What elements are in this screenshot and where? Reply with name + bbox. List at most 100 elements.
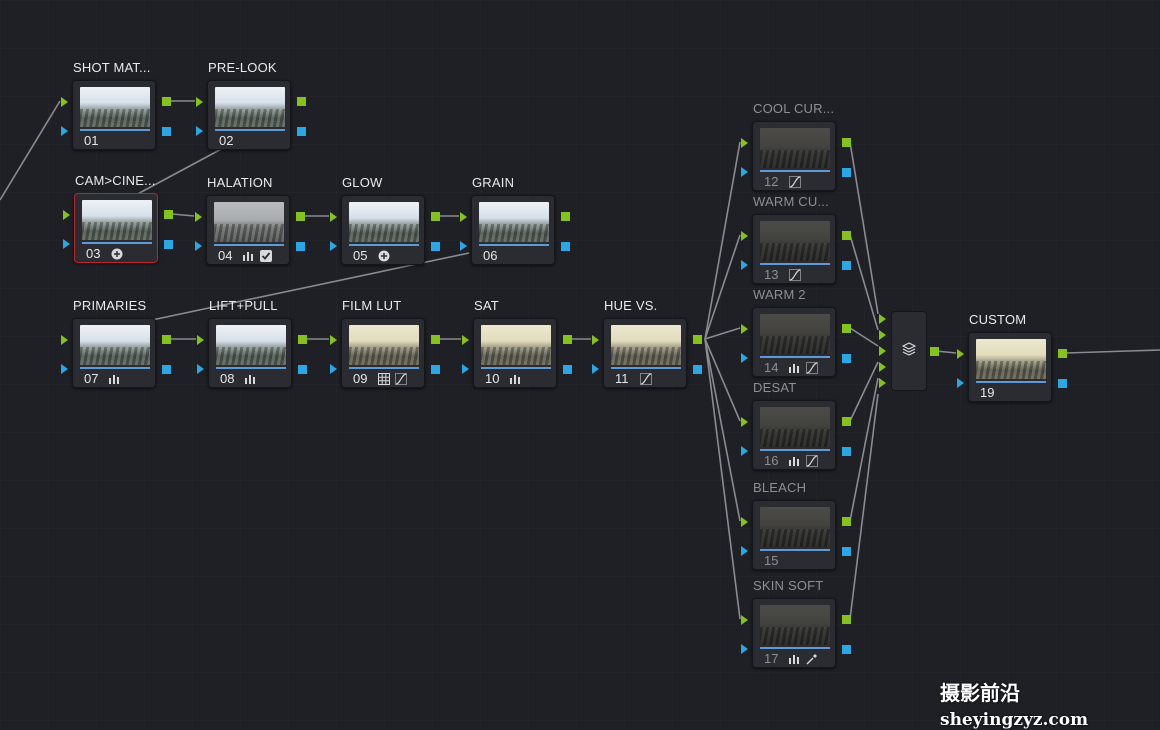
node-15[interactable]: BLEACH 15 [741, 480, 851, 570]
alpha-output-port[interactable] [842, 354, 851, 363]
rgb-output-port[interactable] [842, 324, 851, 333]
rgb-input-port[interactable] [195, 212, 202, 222]
rgb-output-port[interactable] [842, 231, 851, 240]
rgb-input-port[interactable] [196, 97, 203, 107]
rgb-input-port[interactable] [957, 349, 964, 359]
rgb-input-port[interactable] [741, 324, 748, 334]
alpha-input-port[interactable] [741, 644, 748, 654]
alpha-output-port[interactable] [164, 240, 173, 249]
node-19[interactable]: CUSTOM 19 [957, 312, 1067, 402]
alpha-output-port[interactable] [162, 365, 171, 374]
alpha-output-port[interactable] [431, 365, 440, 374]
node-13[interactable]: WARM CU... 13 [741, 194, 851, 284]
rgb-input-port[interactable] [462, 335, 469, 345]
node-02[interactable]: PRE-LOOK 02 [196, 60, 306, 150]
node-03[interactable]: CAM>CINE... 03 [63, 173, 173, 263]
alpha-output-port[interactable] [842, 261, 851, 270]
rgb-input-port[interactable] [592, 335, 599, 345]
rgb-input-port[interactable] [63, 210, 70, 220]
node-06[interactable]: GRAIN 06 [460, 175, 570, 265]
rgb-output-port[interactable] [431, 335, 440, 344]
alpha-output-port[interactable] [296, 242, 305, 251]
rgb-input-port[interactable] [460, 212, 467, 222]
rgb-output-port[interactable] [162, 335, 171, 344]
rgb-input-port[interactable] [741, 615, 748, 625]
node-tool-icons [377, 249, 390, 262]
rgb-input-port[interactable] [61, 335, 68, 345]
rgb-output-port[interactable] [162, 97, 171, 106]
alpha-input-port[interactable] [741, 446, 748, 456]
rgb-output-port[interactable] [561, 212, 570, 221]
rgb-output-port[interactable] [563, 335, 572, 344]
alpha-output-port[interactable] [842, 645, 851, 654]
node-17[interactable]: SKIN SOFT 17 [741, 578, 851, 668]
alpha-output-port[interactable] [297, 127, 306, 136]
alpha-input-port[interactable] [330, 241, 337, 251]
node-14[interactable]: WARM 2 14 [741, 287, 851, 377]
alpha-output-port[interactable] [1058, 379, 1067, 388]
rgb-input-port[interactable] [741, 231, 748, 241]
alpha-output-port[interactable] [561, 242, 570, 251]
rgb-output-port[interactable] [693, 335, 702, 344]
rgb-input-port[interactable] [61, 97, 68, 107]
layer-mixer-node[interactable] [879, 311, 939, 391]
node-10[interactable]: SAT 10 [462, 298, 572, 388]
rgb-output-port[interactable] [297, 97, 306, 106]
rgb-input-port[interactable] [741, 417, 748, 427]
rgb-input-port[interactable] [330, 335, 337, 345]
alpha-input-port[interactable] [61, 364, 68, 374]
layer-input-port[interactable] [879, 362, 886, 372]
node-05[interactable]: GLOW 05 [330, 175, 440, 265]
alpha-output-port[interactable] [842, 447, 851, 456]
alpha-input-port[interactable] [197, 364, 204, 374]
node-12[interactable]: COOL CUR... 12 [741, 101, 851, 191]
rgb-output-port[interactable] [842, 615, 851, 624]
alpha-input-port[interactable] [592, 364, 599, 374]
node-11[interactable]: HUE VS. 11 [592, 298, 702, 388]
alpha-input-port[interactable] [741, 546, 748, 556]
rgb-output-port[interactable] [298, 335, 307, 344]
alpha-output-port[interactable] [298, 365, 307, 374]
rgb-output-port[interactable] [1058, 349, 1067, 358]
node-09[interactable]: FILM LUT 09 [330, 298, 440, 388]
node-04[interactable]: HALATION 04 [195, 175, 305, 265]
alpha-input-port[interactable] [195, 241, 202, 251]
alpha-output-port[interactable] [431, 242, 440, 251]
alpha-input-port[interactable] [741, 260, 748, 270]
alpha-input-port[interactable] [741, 167, 748, 177]
rgb-output-port[interactable] [842, 417, 851, 426]
node-07[interactable]: PRIMARIES 07 [61, 298, 171, 388]
alpha-input-port[interactable] [61, 126, 68, 136]
rgb-input-port[interactable] [197, 335, 204, 345]
layer-input-port[interactable] [879, 378, 886, 388]
rgb-output-port[interactable] [296, 212, 305, 221]
alpha-input-port[interactable] [957, 378, 964, 388]
layer-input-port[interactable] [879, 346, 886, 356]
alpha-output-port[interactable] [693, 365, 702, 374]
alpha-input-port[interactable] [196, 126, 203, 136]
rgb-input-port[interactable] [741, 138, 748, 148]
alpha-input-port[interactable] [462, 364, 469, 374]
node-key-bar [80, 129, 150, 131]
alpha-input-port[interactable] [330, 364, 337, 374]
rgb-output-port[interactable] [431, 212, 440, 221]
node-tool-icons [788, 454, 818, 467]
node-16[interactable]: DESAT 16 [741, 380, 851, 470]
alpha-input-port[interactable] [741, 353, 748, 363]
alpha-output-port[interactable] [842, 168, 851, 177]
layer-input-port[interactable] [879, 314, 886, 324]
rgb-input-port[interactable] [741, 517, 748, 527]
rgb-output-port[interactable] [842, 138, 851, 147]
alpha-output-port[interactable] [842, 547, 851, 556]
rgb-input-port[interactable] [330, 212, 337, 222]
node-01[interactable]: SHOT MAT... 01 [61, 60, 171, 150]
alpha-input-port[interactable] [63, 239, 70, 249]
alpha-input-port[interactable] [460, 241, 467, 251]
rgb-output-port[interactable] [842, 517, 851, 526]
layer-input-port[interactable] [879, 330, 886, 340]
alpha-output-port[interactable] [563, 365, 572, 374]
alpha-output-port[interactable] [162, 127, 171, 136]
node-08[interactable]: LIFT+PULL 08 [197, 298, 307, 388]
rgb-output-port[interactable] [164, 210, 173, 219]
layer-output-port[interactable] [930, 347, 939, 356]
